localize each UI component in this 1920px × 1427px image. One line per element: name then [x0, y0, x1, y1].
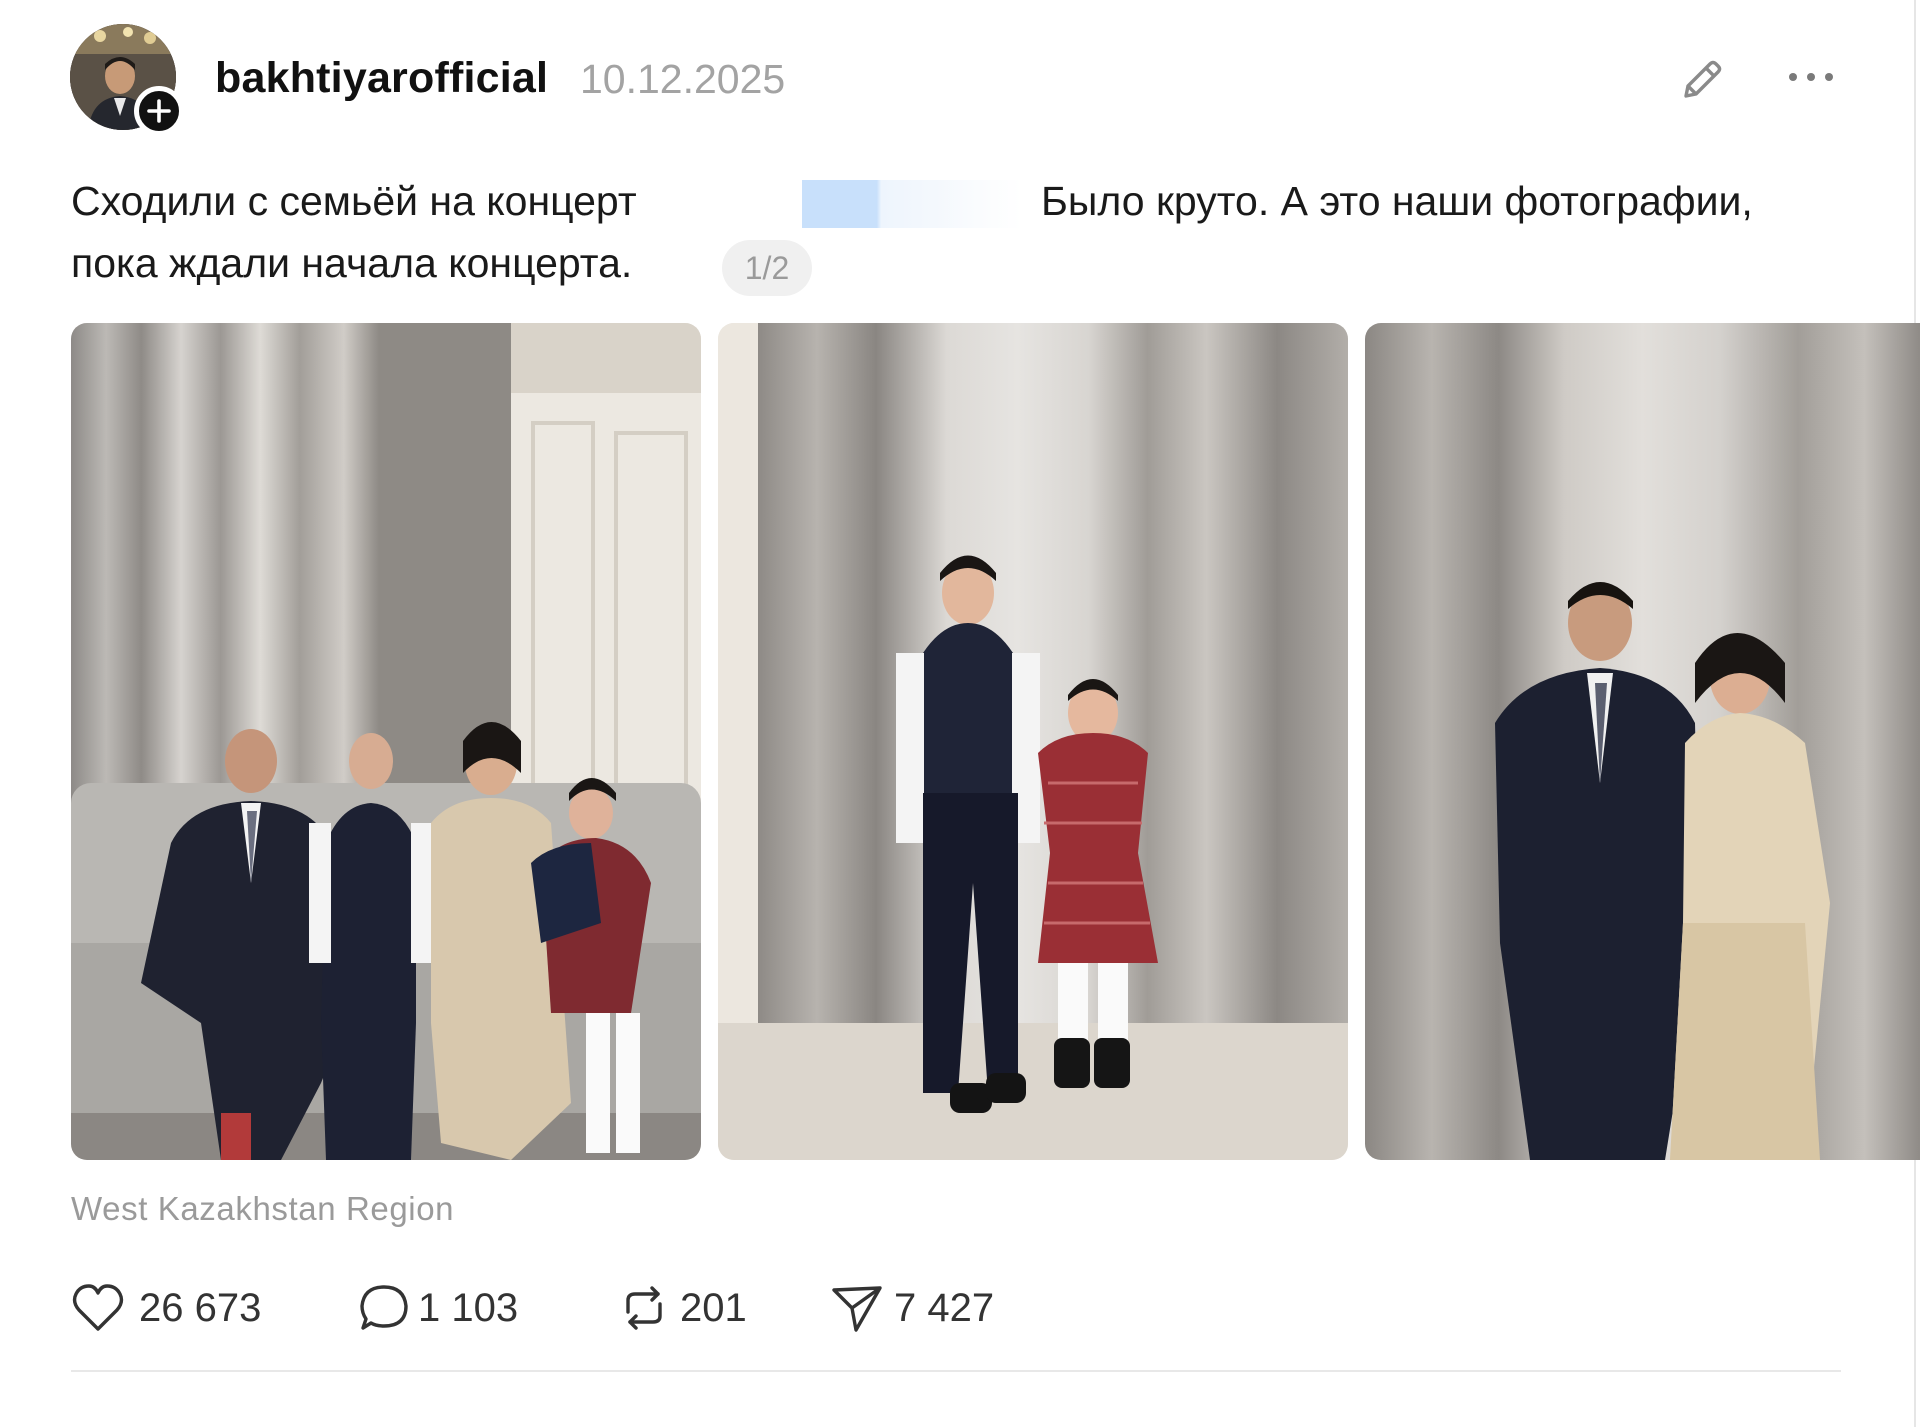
photo-3[interactable]	[1365, 323, 1920, 1160]
share-button[interactable]: 7 427	[830, 1278, 994, 1338]
post-text-part1: Сходили с семьёй на концерт	[71, 178, 637, 224]
photo-1[interactable]	[71, 323, 701, 1160]
username-link[interactable]: bakhtiyarofficial	[215, 54, 548, 103]
repost-button[interactable]: 201	[618, 1278, 747, 1338]
follow-button[interactable]	[134, 86, 184, 136]
more-dots-icon[interactable]	[1784, 62, 1838, 92]
comment-count: 1 103	[418, 1285, 519, 1330]
divider	[71, 1370, 1841, 1372]
like-button[interactable]: 26 673	[71, 1278, 261, 1338]
translate-badge[interactable]: 1/2	[722, 240, 812, 296]
redacted-text	[802, 180, 1022, 228]
send-icon	[832, 1286, 882, 1332]
location-link[interactable]: West Kazakhstan Region	[71, 1190, 454, 1228]
heart-icon	[72, 1284, 124, 1331]
photo-2[interactable]	[718, 323, 1348, 1160]
repost-icon	[626, 1286, 662, 1330]
post-text-line2: пока ждали начала концерта.	[71, 240, 633, 286]
like-count: 26 673	[139, 1285, 262, 1330]
post-date[interactable]: 10.12.2025	[580, 56, 785, 103]
post-card: bakhtiyarofficial 10.12.2025 Сходили с с…	[0, 0, 1920, 1427]
pencil-icon[interactable]	[1676, 54, 1728, 106]
repost-count: 201	[680, 1285, 747, 1330]
comment-icon	[360, 1285, 408, 1330]
plus-icon	[147, 99, 171, 123]
share-count: 7 427	[894, 1285, 995, 1330]
avatar-container[interactable]	[70, 24, 184, 136]
post-text-part2: Было круто. А это наши фотографии,	[1041, 178, 1753, 224]
comment-button[interactable]: 1 103	[358, 1278, 518, 1338]
